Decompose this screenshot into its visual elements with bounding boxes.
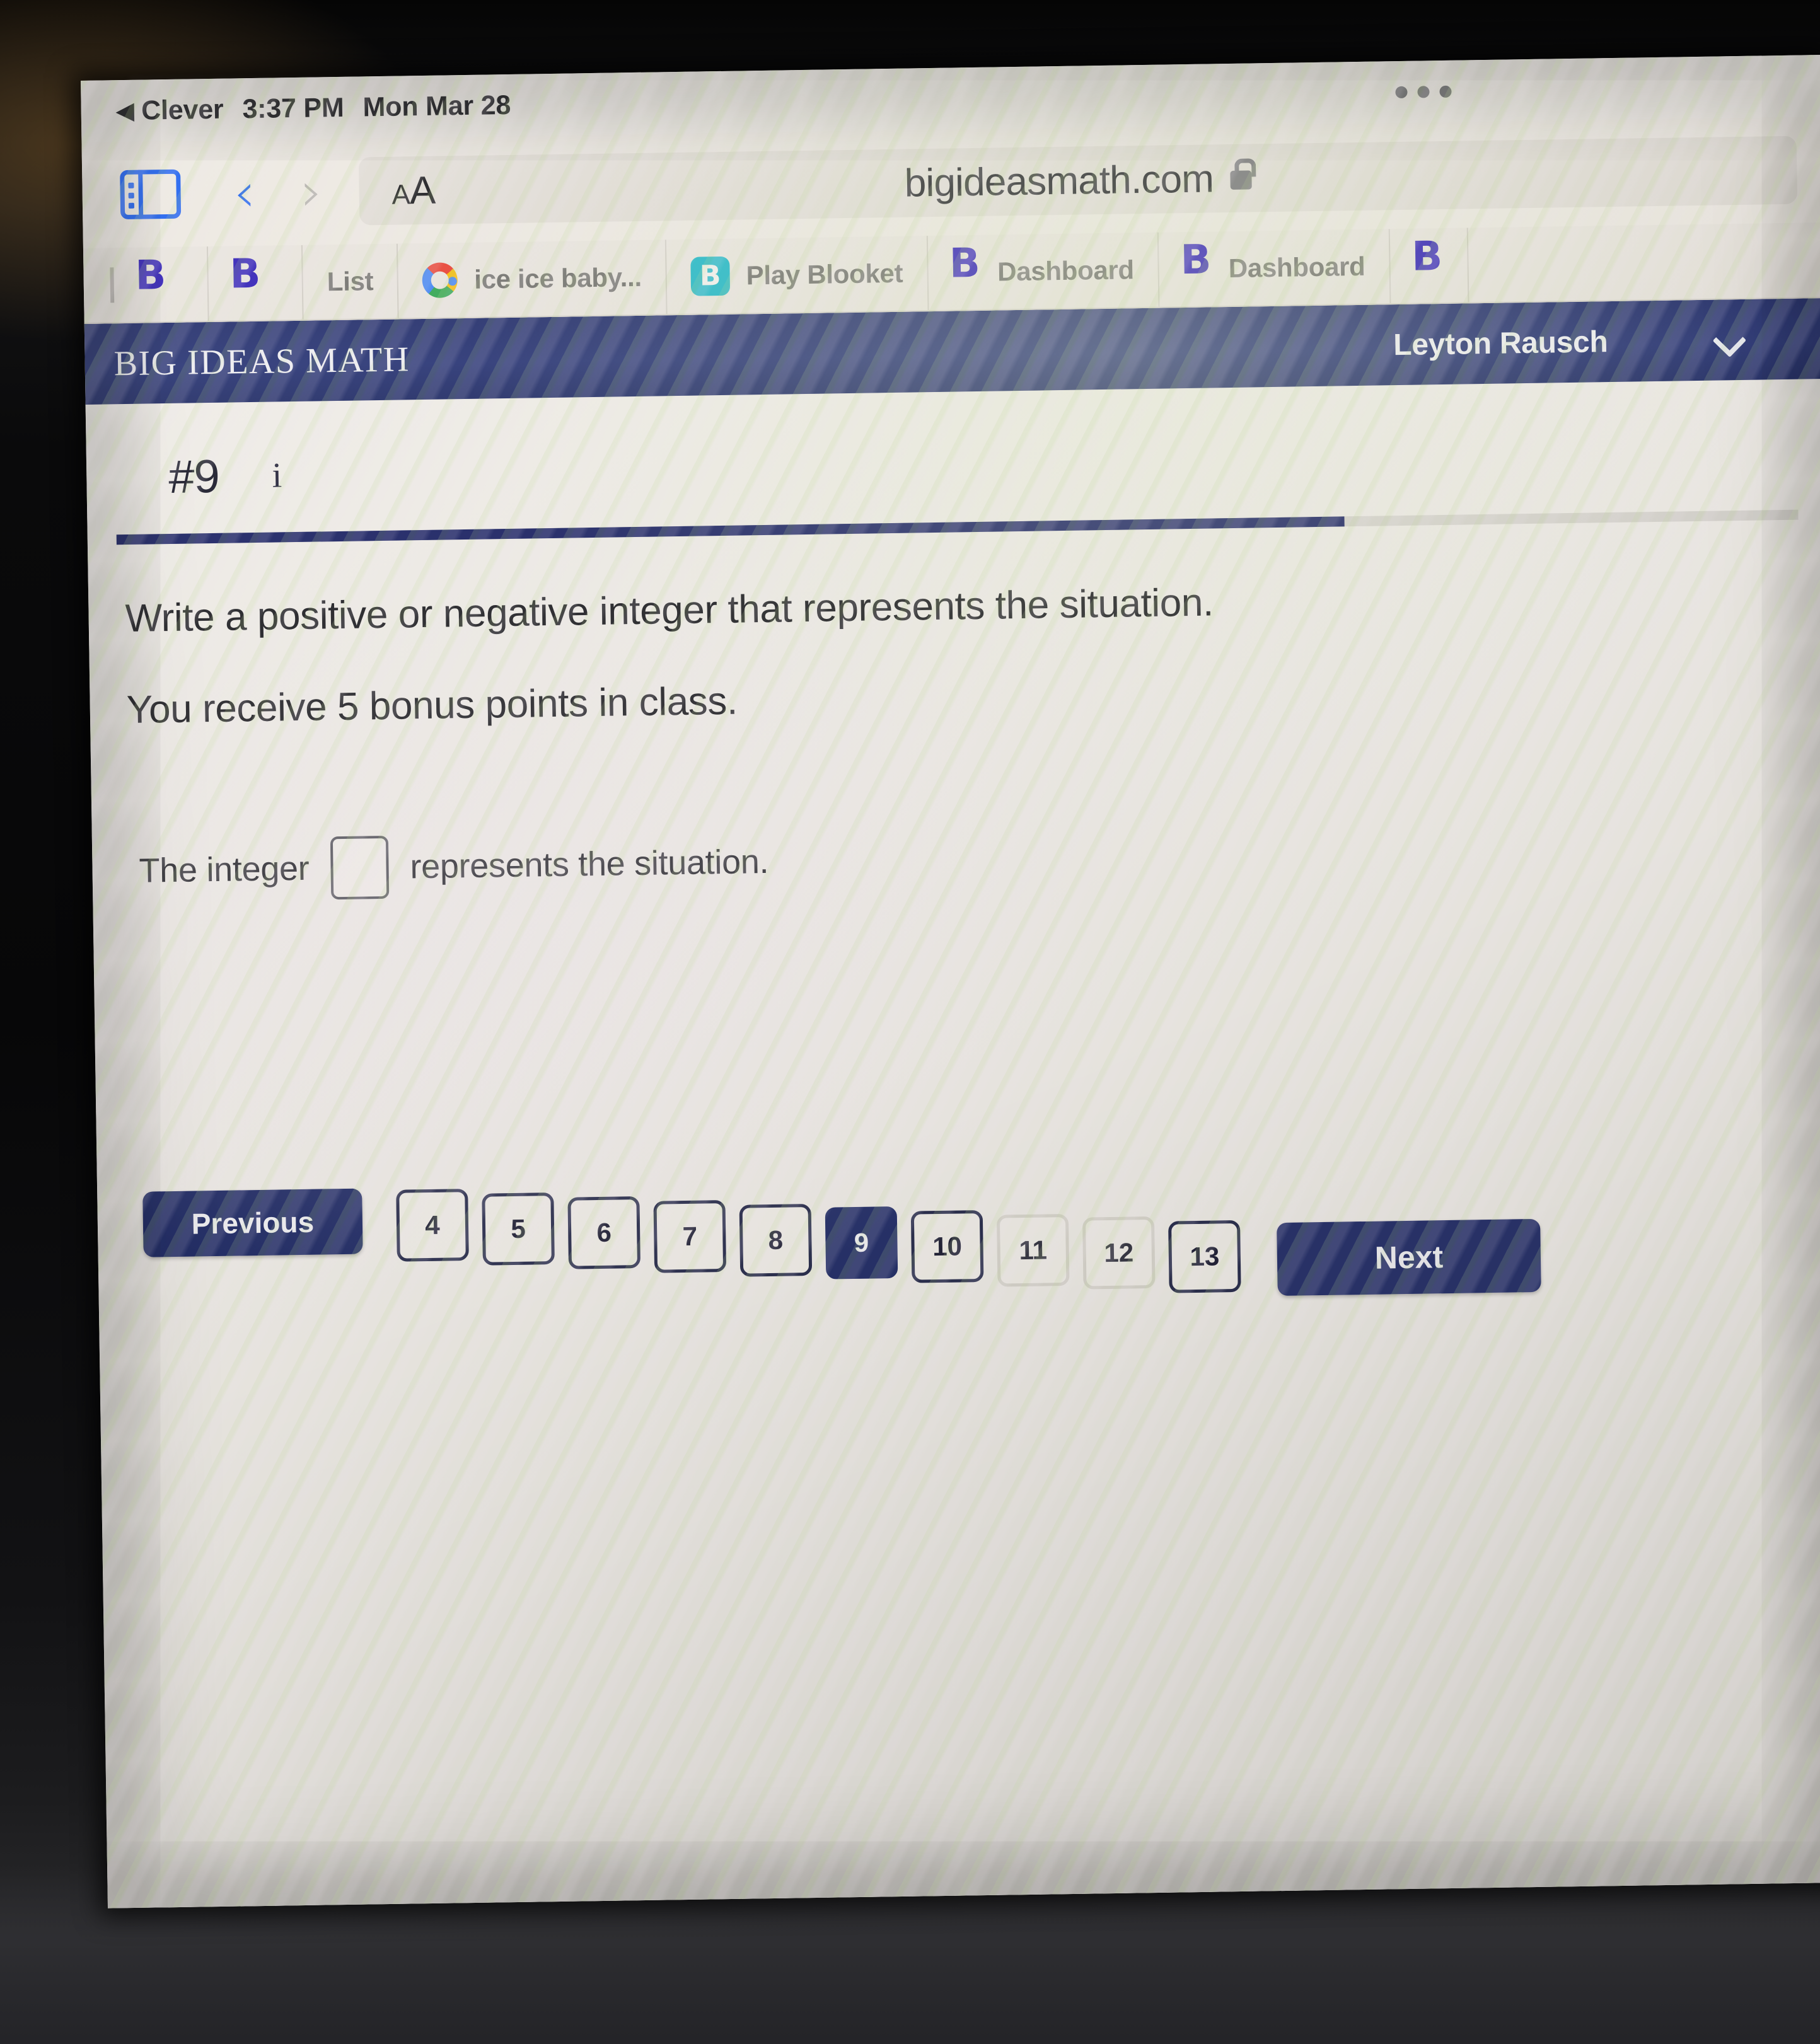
tab-partial-offscreen[interactable]: [1389, 228, 1469, 304]
aa-small-letter: A: [391, 178, 410, 211]
address-bar[interactable]: A A bigideasmath.com: [358, 136, 1798, 226]
page-button-9-active[interactable]: 9: [825, 1206, 898, 1279]
question-scenario: You receive 5 bonus points in class.: [126, 679, 738, 732]
back-to-app-label[interactable]: Clever: [141, 94, 224, 126]
progress-bar: [116, 509, 1799, 545]
tab-label: List: [327, 266, 374, 297]
bigideasmath-b-icon: [952, 253, 982, 292]
ellipsis-dot: [1395, 86, 1408, 98]
chevron-right-icon: ›: [300, 160, 323, 224]
question-prompt: Write a positive or negative integer tha…: [125, 580, 1214, 641]
page-button-7[interactable]: 7: [653, 1200, 727, 1273]
page-button-5[interactable]: 5: [482, 1192, 555, 1266]
status-bar-spacer: [511, 92, 1395, 105]
chevron-left-icon[interactable]: ‹: [233, 161, 256, 224]
tab-ice-ice-baby[interactable]: ice ice baby...: [398, 240, 668, 318]
next-button[interactable]: Next: [1277, 1218, 1541, 1296]
bigideasmath-b-icon: [1414, 246, 1444, 285]
url-text: bigideasmath.com: [904, 156, 1214, 205]
page-button-11[interactable]: 11: [996, 1213, 1070, 1287]
blooket-b-letter: B: [699, 259, 721, 292]
chevron-down-icon[interactable]: [1715, 326, 1743, 354]
lock-icon: [1229, 170, 1252, 190]
bigideasmath-b-icon: [137, 265, 167, 304]
ellipsis-icon[interactable]: [1395, 85, 1452, 98]
info-icon[interactable]: i: [272, 455, 282, 495]
page-button-4[interactable]: 4: [396, 1189, 469, 1262]
tab-list[interactable]: List: [302, 243, 400, 320]
page-button-6[interactable]: 6: [567, 1196, 641, 1269]
ellipsis-dot: [1439, 85, 1452, 98]
pagination-bar: Previous 4 5 6 7 8 9 10 11 12 13 Next: [97, 1166, 1820, 1296]
ellipsis-dot: [1417, 85, 1430, 98]
sidebar-icon[interactable]: [120, 169, 182, 220]
tab-label: Play Blooket: [746, 258, 903, 291]
tab-label: Dashboard: [1228, 251, 1365, 284]
bigideasmath-b-icon: [232, 264, 262, 303]
aa-large-letter: A: [409, 168, 436, 212]
answer-input[interactable]: [330, 835, 390, 900]
previous-button[interactable]: Previous: [142, 1188, 363, 1257]
back-to-app-arrow-icon[interactable]: ◀: [116, 98, 134, 124]
page-button-8[interactable]: 8: [739, 1204, 813, 1277]
blooket-b-icon: B: [690, 256, 731, 296]
progress-bar-fill: [116, 516, 1345, 545]
answer-sentence: The integer represents the situation.: [92, 814, 1820, 903]
status-bar-left: ◀ Clever 3:37 PM Mon Mar 28: [116, 89, 511, 126]
page-button-12[interactable]: 12: [1082, 1216, 1156, 1290]
tab-label: Dashboard: [997, 255, 1135, 287]
status-bar-time: 3:37 PM: [242, 92, 344, 124]
question-number: #9: [168, 449, 220, 503]
tab-dashboard-1[interactable]: Dashboard: [927, 232, 1160, 311]
bigideasmath-b-icon: [1183, 250, 1212, 288]
question-content: #9 i Write a positive or negative intege…: [85, 378, 1820, 1908]
tab-bigideasmath-2[interactable]: [207, 245, 304, 321]
user-name[interactable]: Leyton Rausch: [1393, 325, 1608, 362]
page-button-10[interactable]: 10: [910, 1210, 984, 1283]
page-button-13[interactable]: 13: [1168, 1220, 1241, 1293]
app-header-spacer: [410, 345, 1394, 359]
tab-bigideasmath-1[interactable]: [113, 246, 209, 323]
app-logo[interactable]: BIG IDEAS MATH: [84, 339, 410, 384]
tab-dashboard-2[interactable]: Dashboard: [1158, 229, 1391, 307]
tab-play-blooket[interactable]: B Play Blooket: [666, 236, 929, 315]
answer-prefix-text: The integer: [139, 849, 310, 890]
url-display: bigideasmath.com: [359, 147, 1797, 214]
text-size-aa-button[interactable]: A A: [391, 168, 436, 213]
answer-suffix-text: represents the situation.: [409, 842, 769, 886]
google-g-icon: [422, 262, 458, 298]
tablet-screen: ◀ Clever 3:37 PM Mon Mar 28 ‹ › A A bigi…: [81, 55, 1820, 1908]
status-bar-date: Mon Mar 28: [362, 89, 511, 122]
tab-label: ice ice baby...: [473, 262, 642, 294]
